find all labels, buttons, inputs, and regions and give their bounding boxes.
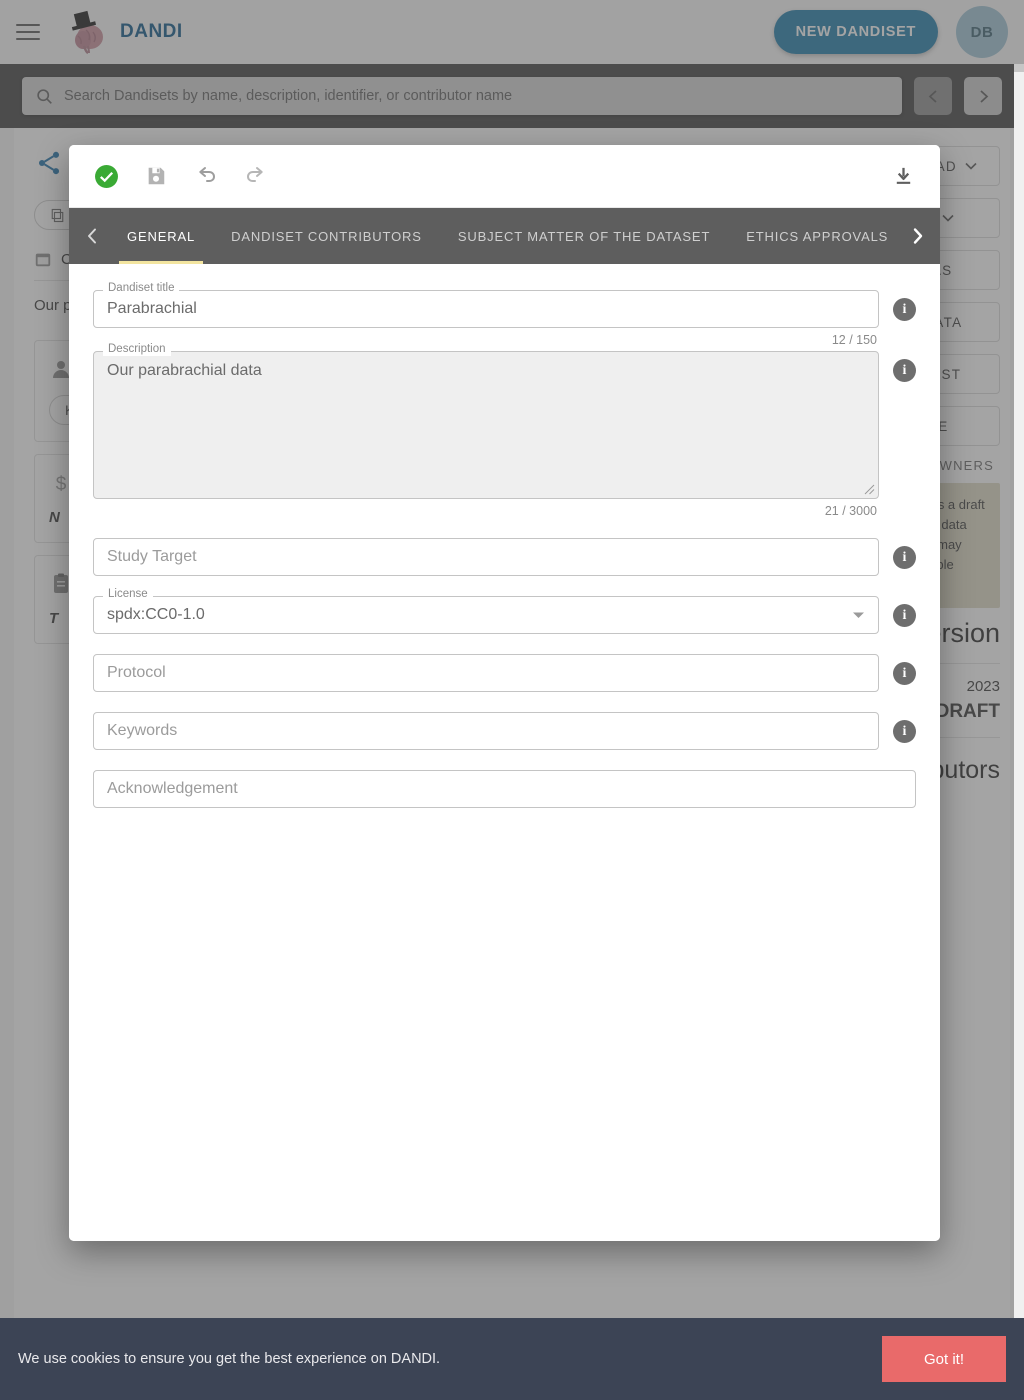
dandiset-title-counter: 12 / 150 — [831, 333, 877, 347]
dandiset-title-input[interactable]: Dandiset title Parabrachial — [93, 282, 879, 328]
chevron-right-icon — [913, 228, 922, 244]
acknowledgement-input[interactable]: Acknowledgement — [93, 770, 916, 808]
info-icon[interactable]: i — [893, 604, 916, 627]
tab-dandiset-contributors[interactable]: DANDISET CONTRIBUTORS — [213, 208, 440, 264]
tab-general[interactable]: GENERAL — [109, 208, 213, 264]
save-icon[interactable] — [139, 159, 173, 193]
study-target-wrap: Study Target — [93, 538, 879, 576]
page-scrollbar[interactable] — [1014, 64, 1024, 1400]
keywords-placeholder: Keywords — [107, 722, 178, 739]
resize-handle[interactable] — [864, 484, 875, 495]
license-wrap: License spdx:CC0-1.0 — [93, 588, 879, 634]
undo-icon[interactable] — [189, 159, 223, 193]
description-value: Our parabrachial data — [107, 362, 262, 379]
app-root: DANDI NEW DANDISET DB Search Dandisets b… — [0, 0, 1024, 1400]
study-target-placeholder: Study Target — [107, 548, 197, 565]
description-wrap: Description Our parabrachial data 21 / 3… — [93, 343, 879, 518]
keywords-input[interactable]: Keywords — [93, 712, 879, 750]
editor-toolbar — [69, 145, 940, 208]
download-icon[interactable] — [886, 159, 920, 193]
tabs-next-button[interactable] — [900, 208, 934, 264]
protocol-placeholder: Protocol — [107, 664, 166, 681]
tab-subject-matter[interactable]: SUBJECT MATTER OF THE DATASET — [440, 208, 728, 264]
acknowledgement-wrap: Acknowledgement — [93, 770, 916, 808]
field-row-title: Dandiset title Parabrachial 12 / 150 i — [93, 282, 916, 347]
info-icon[interactable]: i — [893, 546, 916, 569]
info-icon[interactable]: i — [893, 662, 916, 685]
editor-tab-bar: GENERAL DANDISET CONTRIBUTORS SUBJECT MA… — [69, 208, 940, 264]
description-legend: Description — [103, 343, 171, 356]
metadata-editor-dialog: GENERAL DANDISET CONTRIBUTORS SUBJECT MA… — [69, 145, 940, 1241]
description-counter: 21 / 3000 — [824, 504, 877, 518]
field-row-acknowledgement: Acknowledgement — [93, 770, 916, 808]
chevron-down-icon[interactable] — [852, 611, 865, 619]
license-legend: License — [103, 588, 153, 601]
redo-icon[interactable] — [239, 159, 273, 193]
info-icon[interactable]: i — [893, 720, 916, 743]
field-row-license: License spdx:CC0-1.0 i — [93, 588, 916, 634]
license-select[interactable]: License spdx:CC0-1.0 — [93, 588, 879, 634]
field-row-description: Description Our parabrachial data 21 / 3… — [93, 343, 916, 518]
check-circle-icon[interactable] — [89, 159, 123, 193]
info-icon[interactable]: i — [893, 298, 916, 321]
field-row-protocol: Protocol i — [93, 654, 916, 692]
protocol-wrap: Protocol — [93, 654, 879, 692]
tabs-prev-button[interactable] — [75, 208, 109, 264]
dandiset-title-value: Parabrachial — [107, 300, 197, 317]
tab-ethics-approvals[interactable]: ETHICS APPROVALS — [728, 208, 900, 264]
field-row-keywords: Keywords i — [93, 712, 916, 750]
field-row-study-target: Study Target i — [93, 538, 916, 576]
description-textarea[interactable]: Description Our parabrachial data — [93, 343, 879, 499]
keywords-wrap: Keywords — [93, 712, 879, 750]
cookie-message: We use cookies to ensure you get the bes… — [18, 1351, 441, 1367]
dandiset-title-legend: Dandiset title — [103, 282, 180, 295]
license-value: spdx:CC0-1.0 — [107, 606, 205, 623]
editor-form: Dandiset title Parabrachial 12 / 150 i D… — [69, 264, 940, 1241]
cookie-banner: We use cookies to ensure you get the bes… — [0, 1318, 1024, 1400]
info-icon[interactable]: i — [893, 359, 916, 382]
cookie-accept-button[interactable]: Got it! — [882, 1336, 1006, 1382]
chevron-left-icon — [87, 228, 96, 244]
study-target-input[interactable]: Study Target — [93, 538, 879, 576]
acknowledgement-placeholder: Acknowledgement — [107, 780, 238, 797]
dandiset-title-wrap: Dandiset title Parabrachial 12 / 150 — [93, 282, 879, 347]
scrollbar-thumb[interactable] — [1014, 64, 1024, 72]
tab-list: GENERAL DANDISET CONTRIBUTORS SUBJECT MA… — [109, 208, 900, 264]
protocol-input[interactable]: Protocol — [93, 654, 879, 692]
